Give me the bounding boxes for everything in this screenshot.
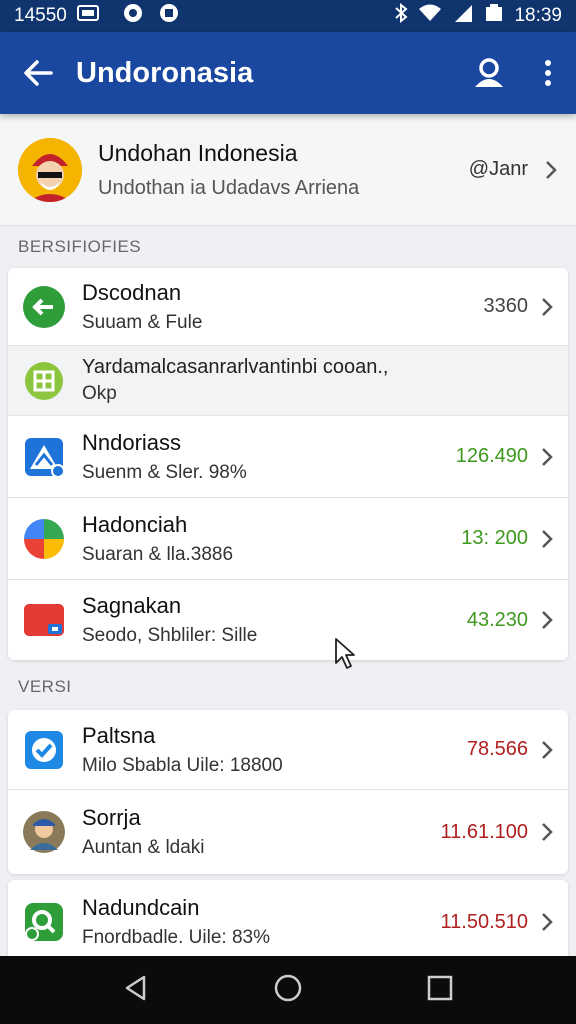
chevron-right-icon: [542, 823, 553, 841]
blue-check-icon: [22, 728, 66, 772]
item-title: Nadundcain: [82, 895, 200, 920]
list-item[interactable]: Sagnakan Seodo, Shbliler: Sille 43.230: [8, 580, 568, 660]
profile-name: Undohan Indonesia: [98, 139, 298, 166]
chart-app-icon: [22, 435, 66, 479]
more-options-button[interactable]: [520, 32, 576, 114]
wifi-icon: [418, 3, 442, 29]
item-title: Hadonciah: [82, 511, 188, 537]
item-value: 11.61.100: [440, 820, 529, 843]
item-title: Dscodnan: [82, 279, 182, 305]
section-header: BERSIFIOFIES: [18, 237, 142, 256]
item-title: Yardamalcasanrarlvantinbi cooan.,: [82, 356, 389, 378]
person-icon: [475, 58, 503, 87]
item-subtitle: Suenm & Sler. 98%: [82, 461, 247, 483]
chevron-right-icon: [542, 447, 553, 466]
item-subtitle: Auntan & ldaki: [82, 837, 205, 858]
nav-home-button[interactable]: [273, 973, 303, 1008]
status-time-right: 18:39: [514, 5, 562, 26]
chevron-right-icon: [542, 529, 553, 548]
calendar-app-icon: [22, 359, 66, 403]
list-item[interactable]: Hadonciah Suaran & lla.3886 13: 200: [8, 498, 568, 580]
item-subtitle: Seodo, Shbliler: Sille: [82, 625, 258, 646]
mouse-cursor-icon: [335, 638, 355, 669]
chevron-right-icon: [546, 160, 557, 179]
section-card: Paltsna Milo Sbabla Uile: 18800 78.566 S…: [8, 710, 568, 874]
square-recents-icon: [428, 975, 453, 1000]
section-card: Dscodnan Suuam & Fule 3360 Yardamalcasan…: [8, 268, 568, 660]
item-subtitle: Suuam & Fule: [82, 311, 203, 333]
chevron-right-icon: [542, 740, 553, 759]
app-bar: Undoronasia: [0, 32, 576, 114]
bluetooth-icon: [394, 2, 408, 29]
section-card: Nadundcain Fnordbadle. Uile: 83% 11.50.5…: [8, 880, 568, 956]
circle-notification-icon: [123, 3, 143, 29]
item-title: Sagnakan: [82, 593, 182, 618]
sim-icon: [76, 5, 99, 27]
chevron-right-icon: [542, 297, 553, 316]
profile-handle: @Janr: [468, 158, 528, 180]
more-vert-icon: [545, 60, 551, 86]
system-nav-bar: [0, 956, 576, 1024]
circle-home-icon: [274, 974, 302, 1001]
avatar: [18, 137, 82, 202]
item-title: Nndoriass: [82, 429, 182, 455]
battery-icon: [484, 3, 504, 29]
signal-icon: [452, 3, 474, 29]
page-title: Undoronasia: [76, 56, 254, 89]
list-item[interactable]: Dscodnan Suuam & Fule 3360: [8, 268, 568, 346]
profile-row[interactable]: Undohan Indonesia Undothan ia Udadavs Ar…: [0, 114, 576, 226]
nav-recents-button[interactable]: [426, 974, 454, 1007]
pie-app-icon: [22, 517, 66, 561]
list-item[interactable]: Nadundcain Fnordbadle. Uile: 83% 11.50.5…: [8, 880, 568, 956]
item-title: Paltsna: [82, 722, 156, 748]
item-value: 43.230: [466, 608, 528, 631]
item-title: Sorrja: [82, 805, 141, 830]
nav-back-button[interactable]: [122, 974, 150, 1007]
back-button[interactable]: [0, 32, 76, 114]
green-exchange-icon: [22, 285, 66, 329]
green-search-icon: [22, 900, 66, 944]
item-subtitle: Fnordbadle. Uile: 83%: [82, 927, 270, 948]
item-value: 126.490: [455, 445, 528, 467]
item-value: 13: 200: [461, 527, 528, 549]
list-item[interactable]: Sorrja Auntan & ldaki 11.61.100: [8, 790, 568, 874]
chevron-right-icon: [542, 611, 553, 629]
storage-icon: [159, 3, 179, 29]
triangle-back-icon: [125, 975, 145, 1000]
item-value: 78.566: [466, 738, 528, 760]
item-value: 3360: [483, 295, 529, 317]
status-bar: 14550 18:39: [0, 0, 576, 32]
profile-subtitle: Undothan ia Udadavs Arriena: [98, 176, 360, 199]
chevron-right-icon: [542, 913, 553, 931]
status-time-left: 14550: [14, 5, 67, 26]
settings-content: Undohan Indonesia Undothan ia Udadavs Ar…: [0, 114, 576, 956]
list-item[interactable]: Paltsna Milo Sbabla Uile: 18800 78.566: [8, 710, 568, 790]
person-avatar-icon: [22, 810, 66, 854]
profile-button[interactable]: [458, 32, 520, 114]
item-subtitle: Okp: [82, 383, 117, 404]
item-subtitle: Milo Sbabla Uile: 18800: [82, 754, 283, 776]
item-subtitle: Suaran & lla.3886: [82, 543, 234, 565]
list-item-note[interactable]: Yardamalcasanrarlvantinbi cooan., Okp: [8, 346, 568, 416]
section-header: VERSI: [18, 677, 72, 696]
arrow-left-icon: [24, 60, 53, 86]
item-value: 11.50.510: [440, 910, 529, 933]
list-item[interactable]: Nndoriass Suenm & Sler. 98% 126.490: [8, 416, 568, 498]
red-folder-icon: [22, 598, 66, 642]
